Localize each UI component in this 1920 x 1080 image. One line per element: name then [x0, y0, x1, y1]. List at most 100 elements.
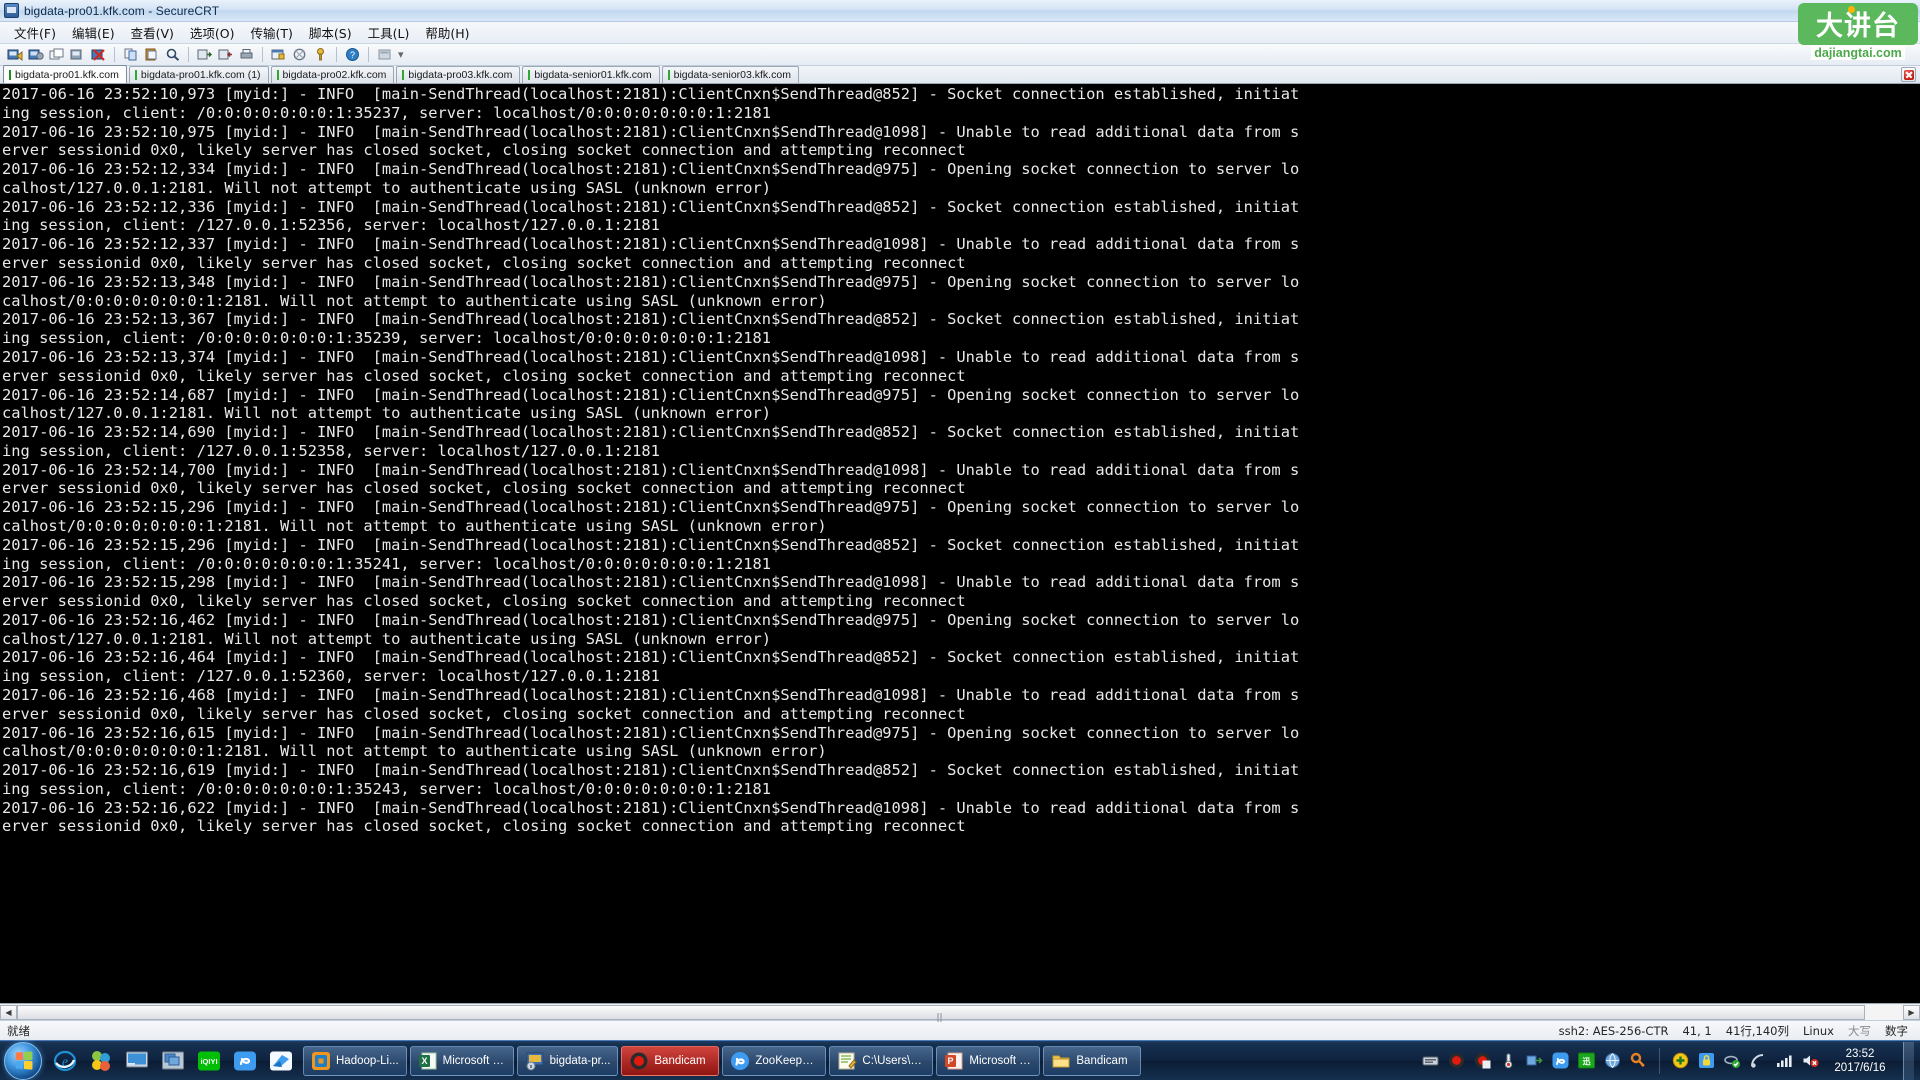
tab-bigdata-pro01[interactable]: bigdata-pro01.kfk.com	[3, 65, 127, 83]
log-session-icon[interactable]	[195, 46, 214, 64]
signal-icon[interactable]	[1776, 1052, 1793, 1069]
keymap-icon[interactable]	[311, 46, 330, 64]
terminal-line: ing session, client: /127.0.0.1:52356, s…	[2, 216, 660, 235]
foxmail-icon[interactable]	[268, 1048, 294, 1074]
copy-icon[interactable]	[121, 46, 140, 64]
menu-options[interactable]: 选项(O)	[182, 21, 243, 44]
sogou-icon[interactable]	[232, 1048, 258, 1074]
status-platform: Linux	[1803, 1023, 1834, 1038]
paste-icon[interactable]	[142, 46, 161, 64]
terminal-line: 2017-06-16 23:52:15,298 [myid:] - INFO […	[2, 573, 1300, 592]
internet-explorer-icon[interactable]: e	[52, 1048, 78, 1074]
sogou-browser-icon	[730, 1051, 750, 1071]
tab-label: bigdata-senior03.kfk.com	[673, 69, 791, 81]
find-icon[interactable]	[163, 46, 182, 64]
taskbar-button-label: Bandicam	[1076, 1054, 1128, 1067]
new-tab-icon[interactable]	[47, 46, 66, 64]
toolbar-overflow-icon[interactable]: ▾	[398, 48, 404, 61]
scrollbar-thumb[interactable]	[17, 1004, 1866, 1022]
menu-tools[interactable]: 工具(L)	[360, 21, 418, 44]
help-icon[interactable]: ?	[343, 46, 362, 64]
tab-bigdata-pro01-1[interactable]: bigdata-pro01.kfk.com (1)	[128, 66, 269, 83]
tray-separator	[1659, 1047, 1660, 1074]
green-app-icon[interactable]: 迅	[1578, 1052, 1595, 1069]
taskbar-button-label: bigdata-pr...	[549, 1054, 611, 1067]
svg-text:迅: 迅	[1583, 1057, 1591, 1066]
windows-logo-icon	[15, 1051, 32, 1070]
print-icon[interactable]	[237, 46, 256, 64]
iqiyi-icon[interactable]: iQIYI	[196, 1048, 222, 1074]
toolbar-separator	[368, 47, 369, 62]
horizontal-scrollbar[interactable]: ◀ ▶	[0, 1003, 1920, 1022]
taskbar-button-bandicam-folder[interactable]: Bandicam	[1043, 1045, 1142, 1076]
satellite-icon[interactable]	[1750, 1052, 1767, 1069]
bandicam-record-icon	[629, 1051, 649, 1071]
taskbar-button-hadoop[interactable]: Hadoop-Li...	[303, 1045, 407, 1076]
connect-sftp-icon[interactable]	[68, 46, 87, 64]
taskbar-button-editplus[interactable]: C:\Users\A...	[829, 1045, 934, 1076]
bandizip-icon[interactable]	[1422, 1052, 1439, 1069]
menu-file[interactable]: 文件(F)	[6, 21, 64, 44]
clone-session-icon[interactable]	[26, 46, 45, 64]
terminal-line: 2017-06-16 23:52:16,615 [myid:] - INFO […	[2, 723, 1300, 742]
bubbles-icon[interactable]	[88, 1048, 114, 1074]
taskbar-clock[interactable]: 23:52 2017/6/16	[1828, 1047, 1894, 1075]
bandicam-record-icon[interactable]	[1448, 1052, 1465, 1069]
terminal-output[interactable]: 2017-06-16 23:52:10,973 [myid:] - INFO […	[0, 84, 1920, 1003]
world-icon[interactable]	[1604, 1052, 1621, 1069]
vmware-icon	[311, 1051, 331, 1071]
volume-muted-icon[interactable]	[1802, 1052, 1819, 1069]
thermometer-icon[interactable]	[1500, 1052, 1517, 1069]
taskbar-button-excel[interactable]: X Microsoft E...	[409, 1045, 514, 1076]
disconnect-icon[interactable]	[89, 46, 108, 64]
tab-bigdata-pro03[interactable]: bigdata-pro03.kfk.com	[396, 66, 521, 83]
start-button[interactable]	[4, 1041, 42, 1080]
terminal-line: ing session, client: /0:0:0:0:0:0:0:1:35…	[2, 554, 772, 573]
network-ok-icon[interactable]	[1724, 1052, 1741, 1069]
show-desktop-icon[interactable]	[124, 1048, 150, 1074]
toolbar-separator	[114, 47, 115, 62]
terminal-line: 2017-06-16 23:52:10,973 [myid:] - INFO […	[2, 85, 1300, 103]
close-tab-button[interactable]	[1901, 67, 1916, 82]
status-bar: 就绪 ssh2: AES-256-CTR 41, 1 41行,140列 Linu…	[0, 1020, 1920, 1040]
new-session-icon[interactable]	[5, 46, 24, 64]
switch-windows-icon[interactable]	[160, 1048, 186, 1074]
window-arrange-icon[interactable]	[375, 46, 394, 64]
driver-icon[interactable]	[1526, 1052, 1543, 1069]
svg-text:e: e	[62, 1055, 68, 1070]
key-icon[interactable]	[1630, 1052, 1647, 1069]
tab-status-mark	[276, 70, 279, 80]
tab-bigdata-senior01[interactable]: bigdata-senior01.kfk.com	[522, 66, 660, 83]
taskbar-button-zookeeper[interactable]: ZooKeeper...	[722, 1045, 827, 1076]
scrollbar-track[interactable]	[17, 1004, 1903, 1022]
menu-edit[interactable]: 编辑(E)	[64, 21, 123, 44]
scroll-right-arrow[interactable]: ▶	[1903, 1004, 1920, 1020]
terminal-line: 2017-06-16 23:52:12,337 [myid:] - INFO […	[2, 235, 1300, 254]
status-num-lock: 数字	[1885, 1023, 1908, 1038]
terminal-line: erver sessionid 0x0, likely server has c…	[2, 366, 966, 385]
terminal-line: erver sessionid 0x0, likely server has c…	[2, 592, 966, 611]
update-icon[interactable]	[1672, 1052, 1689, 1069]
security-icon[interactable]	[1698, 1052, 1715, 1069]
menu-help[interactable]: 帮助(H)	[417, 21, 477, 44]
sogou-pinyin-icon[interactable]	[1552, 1052, 1569, 1069]
taskbar-button-bandicam[interactable]: Bandicam	[621, 1045, 720, 1076]
bandicut-icon[interactable]	[1474, 1052, 1491, 1069]
taskbar-button-securecrt[interactable]: bigdata-pr...	[516, 1045, 619, 1076]
tab-label: bigdata-pro02.kfk.com	[282, 69, 387, 81]
tab-bigdata-senior03[interactable]: bigdata-senior03.kfk.com	[661, 66, 799, 83]
global-options-icon[interactable]	[290, 46, 309, 64]
terminal-line: calhost/0:0:0:0:0:0:0:1:2181. Will not a…	[2, 516, 827, 535]
show-desktop-button[interactable]	[1903, 1041, 1914, 1080]
menu-transfer[interactable]: 传输(T)	[243, 21, 301, 44]
scroll-left-arrow[interactable]: ◀	[0, 1004, 17, 1020]
session-options-icon[interactable]	[269, 46, 288, 64]
excel-icon: X	[418, 1051, 438, 1071]
raw-log-icon[interactable]	[216, 46, 235, 64]
taskbar-button-powerpoint[interactable]: P Microsoft P...	[936, 1045, 1041, 1076]
menu-bar: 文件(F) 编辑(E) 查看(V) 选项(O) 传输(T) 脚本(S) 工具(L…	[0, 22, 1920, 44]
menu-script[interactable]: 脚本(S)	[301, 21, 360, 44]
tab-bigdata-pro02[interactable]: bigdata-pro02.kfk.com	[270, 66, 395, 83]
menu-view[interactable]: 查看(V)	[123, 21, 182, 44]
taskbar-button-label: Hadoop-Li...	[336, 1054, 399, 1067]
